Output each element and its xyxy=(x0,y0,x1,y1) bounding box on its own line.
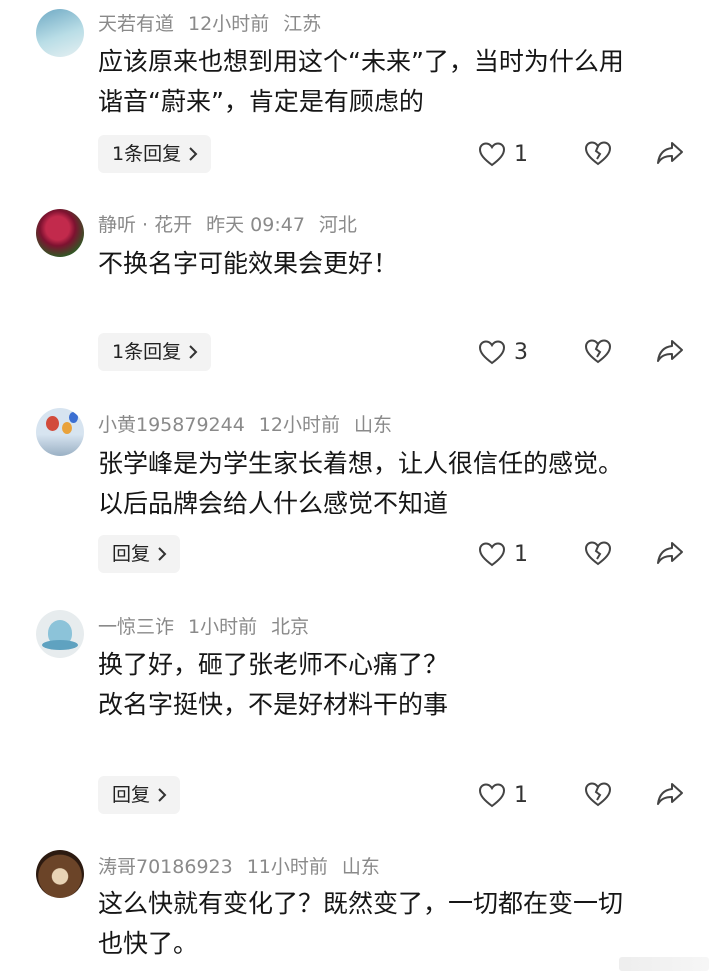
reply-button[interactable]: 回复 xyxy=(98,776,181,814)
heart-outline-icon xyxy=(478,340,506,365)
comment-line: 换了好，砸了张老师不心痛了？ xyxy=(98,650,449,679)
comment-line: 以后品牌会给人什么感觉不知道 xyxy=(98,489,449,518)
comment-line: 张学峰是为学生家长着想，让人很信任的感觉。 xyxy=(98,449,624,478)
comment-time: 1小时前 xyxy=(188,616,258,638)
comment-line: 应该原来也想到用这个“未来”了，当时为什么用 xyxy=(98,47,624,76)
comment-actions: 1 xyxy=(478,535,698,573)
comment-actions: 1 xyxy=(478,776,698,814)
comment-meta: 一惊三诈 1小时前 北京 xyxy=(98,612,323,639)
share-arrow-icon[interactable] xyxy=(656,540,684,566)
heart-outline-icon xyxy=(478,142,506,167)
comment-meta: 天若有道 12小时前 江苏 xyxy=(98,9,335,36)
comment-meta: 涛哥70186923 11小时前 山东 xyxy=(98,852,394,879)
chevron-right-icon xyxy=(189,147,198,161)
broken-heart-icon[interactable] xyxy=(584,140,612,166)
avatar[interactable] xyxy=(36,610,84,658)
avatar-balloon xyxy=(69,412,78,423)
comment-line: 谐音“蔚来”，肯定是有顾虑的 xyxy=(98,87,424,116)
comment-line: 也快了。 xyxy=(98,929,199,958)
comment-location: 山东 xyxy=(353,414,392,436)
comment-time: 11小时前 xyxy=(246,856,328,878)
like-button[interactable]: 1 xyxy=(478,535,528,573)
comment-actions: 1 xyxy=(478,135,698,173)
comment-line: 不换名字可能效果会更好！ xyxy=(98,249,399,278)
chevron-right-icon xyxy=(189,345,198,359)
like-count: 3 xyxy=(514,339,528,365)
avatar-balloon xyxy=(62,422,72,434)
avatar[interactable] xyxy=(36,408,84,456)
like-button[interactable]: 1 xyxy=(478,776,528,814)
share-arrow-icon[interactable] xyxy=(656,140,684,166)
reply-button-label: 回复 xyxy=(112,784,151,806)
view-replies-button[interactable]: 1条回复 xyxy=(98,135,212,173)
broken-heart-icon[interactable] xyxy=(584,338,612,364)
share-arrow-icon[interactable] xyxy=(656,338,684,364)
view-replies-button[interactable]: 1条回复 xyxy=(98,333,212,371)
share-arrow-icon[interactable] xyxy=(656,781,684,807)
heart-outline-icon xyxy=(478,542,506,567)
comment-location: 江苏 xyxy=(283,13,322,35)
chevron-right-icon xyxy=(158,788,167,802)
comment-actions: 3 xyxy=(478,333,698,371)
comment-time: 昨天 09:47 xyxy=(206,214,305,236)
comment-text: 应该原来也想到用这个“未来”了，当时为什么用 谐音“蔚来”，肯定是有顾虑的 xyxy=(98,42,698,122)
like-count: 1 xyxy=(514,141,528,167)
comment-text: 不换名字可能效果会更好！ xyxy=(98,244,698,284)
comment-time: 12小时前 xyxy=(258,414,340,436)
broken-heart-icon[interactable] xyxy=(584,540,612,566)
like-count: 1 xyxy=(514,782,528,808)
like-button[interactable]: 3 xyxy=(478,333,528,371)
watermark xyxy=(619,957,709,971)
comment-location: 山东 xyxy=(341,856,380,878)
comment-line: 这么快就有变化了？既然变了，一切都在变一切 xyxy=(98,889,624,918)
avatar-figure-base xyxy=(42,640,78,650)
comment-time: 12小时前 xyxy=(188,13,270,35)
username[interactable]: 小黄195879244 xyxy=(98,414,245,436)
reply-button-label: 1条回复 xyxy=(112,341,182,363)
reply-button[interactable]: 回复 xyxy=(98,535,181,573)
comment-location: 河北 xyxy=(318,214,357,236)
avatar[interactable] xyxy=(36,209,84,257)
comment-text: 这么快就有变化了？既然变了，一切都在变一切 也快了。 xyxy=(98,884,698,964)
username[interactable]: 一惊三诈 xyxy=(98,616,174,638)
like-count: 1 xyxy=(514,541,528,567)
like-button[interactable]: 1 xyxy=(478,135,528,173)
broken-heart-icon[interactable] xyxy=(584,781,612,807)
avatar-balloon xyxy=(46,416,59,431)
heart-outline-icon xyxy=(478,783,506,808)
comment-location: 北京 xyxy=(271,616,310,638)
reply-button-label: 1条回复 xyxy=(112,143,182,165)
username[interactable]: 静听 · 花开 xyxy=(98,214,192,236)
reply-button-label: 回复 xyxy=(112,543,151,565)
comment-meta: 静听 · 花开 昨天 09:47 河北 xyxy=(98,210,371,237)
username[interactable]: 涛哥70186923 xyxy=(98,856,233,878)
comment-text: 张学峰是为学生家长着想，让人很信任的感觉。 以后品牌会给人什么感觉不知道 xyxy=(98,444,698,524)
username[interactable]: 天若有道 xyxy=(98,13,174,35)
comment-text: 换了好，砸了张老师不心痛了？ 改名字挺快，不是好材料干的事 xyxy=(98,645,698,725)
comment-meta: 小黄195879244 12小时前 山东 xyxy=(98,410,406,437)
avatar[interactable] xyxy=(36,850,84,898)
avatar[interactable] xyxy=(36,9,84,57)
chevron-right-icon xyxy=(158,547,167,561)
comment-line: 改名字挺快，不是好材料干的事 xyxy=(98,690,449,719)
